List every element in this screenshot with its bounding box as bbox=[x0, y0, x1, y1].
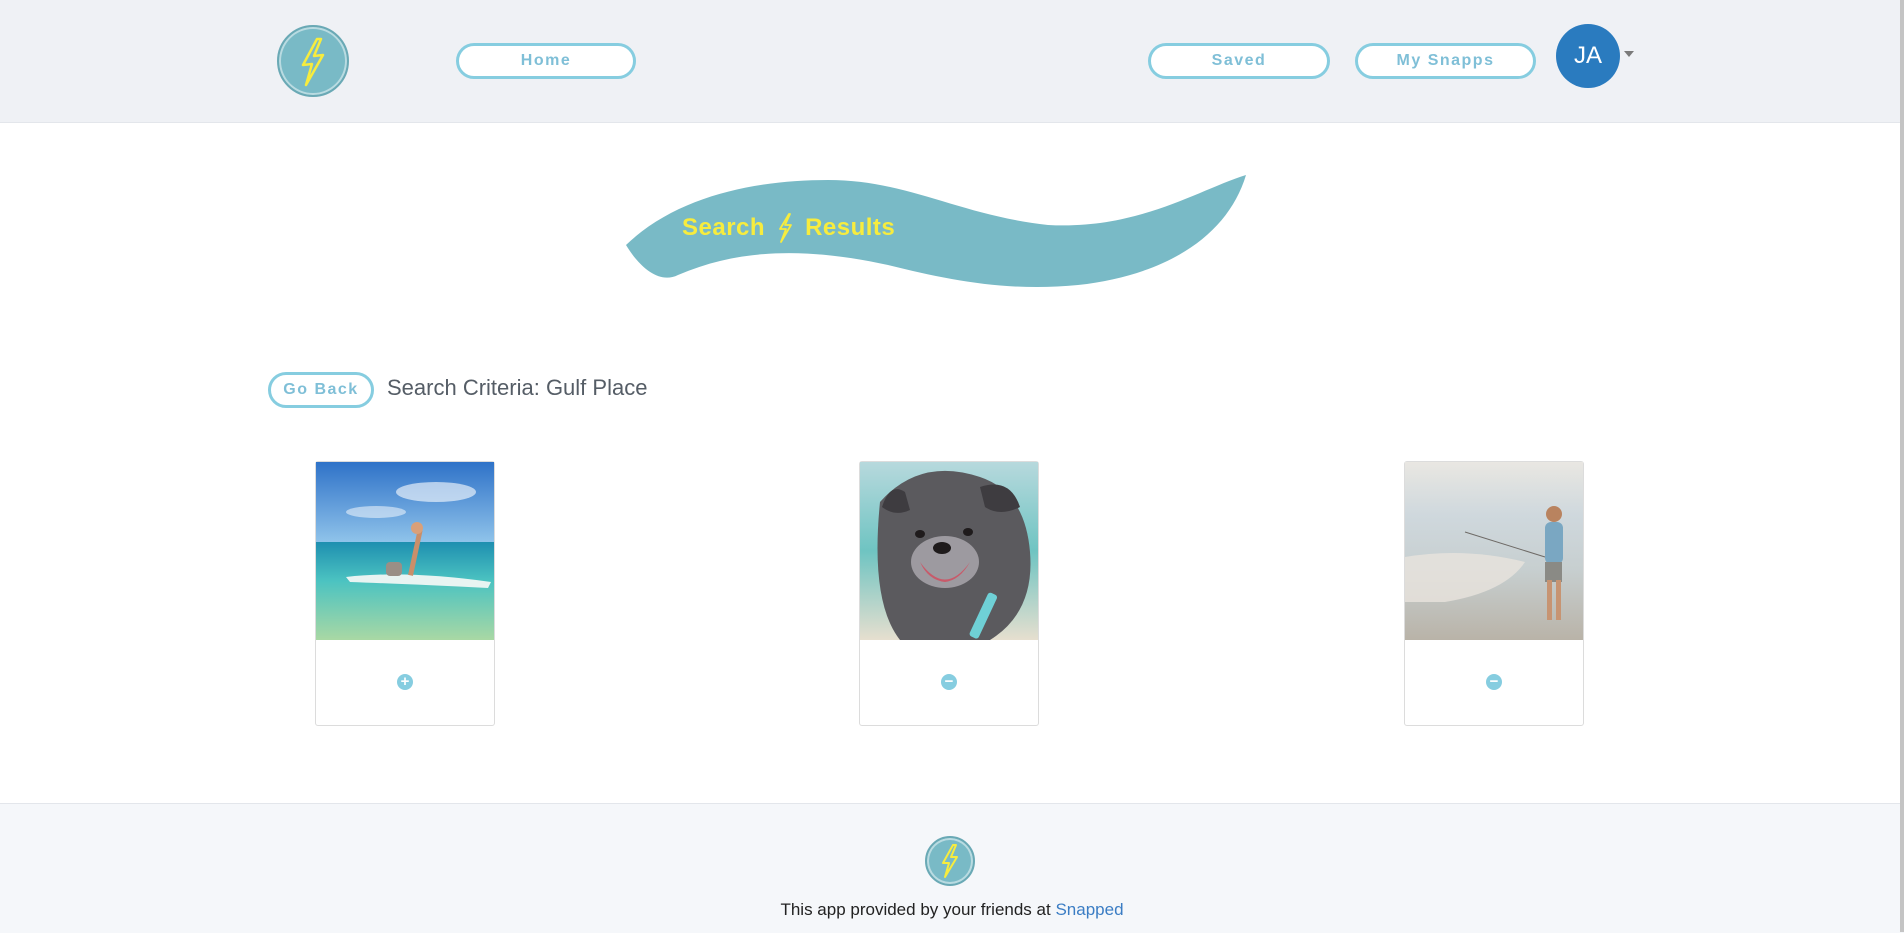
footer: This app provided by your friends at Sna… bbox=[0, 803, 1904, 933]
result-card[interactable]: − bbox=[1404, 461, 1584, 726]
top-navbar: Home Saved My Snapps JA bbox=[0, 0, 1904, 123]
minus-circle-icon[interactable]: − bbox=[1486, 674, 1502, 690]
footer-credit: This app provided by your friends at Sna… bbox=[0, 900, 1904, 920]
minus-circle-icon[interactable]: − bbox=[941, 674, 957, 690]
lightning-bolt-icon[interactable] bbox=[277, 25, 349, 97]
result-card[interactable]: − bbox=[859, 461, 1039, 726]
smiling-dog-at-beach-photo[interactable] bbox=[860, 462, 1038, 640]
go-back-button[interactable]: Go Back bbox=[268, 372, 374, 408]
lightning-bolt-icon bbox=[925, 836, 975, 886]
page-title: Search Results bbox=[682, 210, 895, 246]
saved-nav-button[interactable]: Saved bbox=[1148, 43, 1330, 79]
search-criteria-text: Search Criteria: Gulf Place bbox=[387, 375, 648, 400]
caret-down-icon[interactable] bbox=[1624, 51, 1634, 57]
result-card[interactable]: + bbox=[315, 461, 495, 726]
user-avatar[interactable]: JA bbox=[1556, 24, 1620, 88]
boy-fishing-at-shore-photo[interactable] bbox=[1405, 462, 1583, 640]
title-search-word: Search bbox=[682, 214, 766, 241]
home-nav-button[interactable]: Home bbox=[456, 43, 636, 79]
vertical-scrollbar[interactable] bbox=[1900, 0, 1904, 932]
title-results-word: Results bbox=[805, 214, 896, 241]
my-snapps-nav-button[interactable]: My Snapps bbox=[1355, 43, 1536, 79]
snapped-link[interactable]: Snapped bbox=[1055, 900, 1123, 919]
paddleboard-woman-with-dog-photo[interactable] bbox=[316, 462, 494, 640]
plus-circle-icon[interactable]: + bbox=[397, 674, 413, 690]
lightning-bolt-icon bbox=[779, 213, 792, 243]
footer-credit-text: This app provided by your friends at bbox=[780, 900, 1051, 919]
